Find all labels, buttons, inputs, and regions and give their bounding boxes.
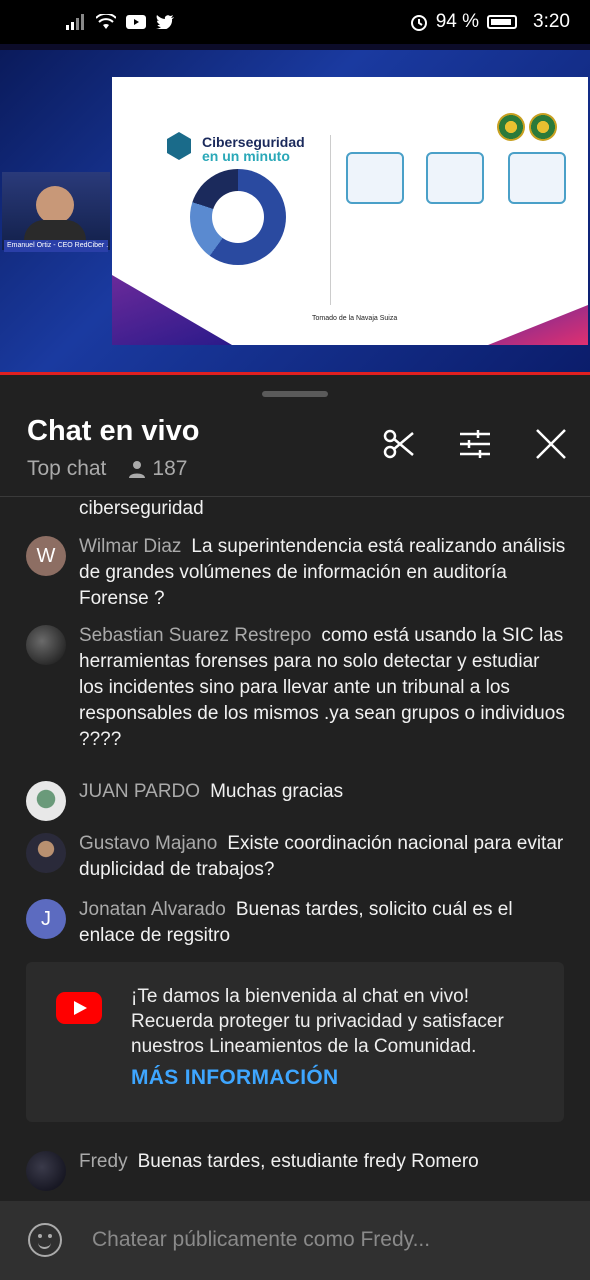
- message-author[interactable]: Gustavo Majano: [79, 833, 217, 854]
- slide-title: Ciberseguridad en un minuto: [202, 135, 305, 163]
- avatar[interactable]: [26, 1151, 66, 1191]
- viewer-count-value: 187: [152, 457, 188, 480]
- youtube-status-icon: [126, 15, 146, 29]
- chat-message[interactable]: J Jonatan Alvarado Buenas tardes, solicit…: [26, 897, 566, 949]
- battery-icon: [487, 15, 518, 29]
- slide-divider: [330, 135, 331, 305]
- slide-decoration: [488, 305, 588, 345]
- message-text: Muchas gracias: [210, 781, 344, 802]
- message-author[interactable]: Jonatan Alvarado: [79, 899, 226, 920]
- battery-percent: 94 %: [435, 11, 480, 32]
- slide-footer: Tomado de la Navaja Suiza: [312, 315, 398, 322]
- institution-seal-icon: [497, 113, 525, 141]
- welcome-text: ¡Te damos la bienvenida al chat en vivo!…: [131, 986, 504, 1057]
- message-author[interactable]: Wilmar Diaz: [79, 536, 181, 557]
- video-top-strip: [0, 44, 590, 50]
- chat-subheader: Top chat 187: [27, 457, 187, 481]
- tune-icon[interactable]: [458, 427, 492, 461]
- status-bar: 94 % 3:20: [0, 0, 590, 44]
- donut-chart: [190, 169, 286, 265]
- wifi-icon: [96, 14, 116, 29]
- institution-seal-icon: [529, 113, 557, 141]
- message-text: Buenas tardes, estudiante fredy Romero: [137, 1151, 479, 1172]
- slide-logos: [497, 113, 557, 141]
- video-player[interactable]: Ciberseguridad en un minuto Tomado de la…: [0, 44, 590, 374]
- message-text: ciberseguridad: [79, 498, 204, 519]
- live-chat-panel: Chat en vivo Top chat 187 ciberseguridad…: [0, 375, 590, 1280]
- emoji-icon[interactable]: [28, 1223, 62, 1257]
- signal-icon: [66, 14, 84, 30]
- avatar[interactable]: J: [26, 899, 66, 939]
- chat-message[interactable]: JUAN PARDO Muchas gracias: [26, 779, 566, 821]
- slide-card-progress-icon: [426, 152, 484, 204]
- close-icon[interactable]: [534, 427, 568, 461]
- twitter-icon: [156, 15, 174, 29]
- slide-title-line2: en un minuto: [202, 148, 290, 164]
- status-left-icons: [66, 14, 174, 30]
- chat-input-bar: Chatear públicamente como Fredy...: [0, 1201, 590, 1280]
- avatar[interactable]: [26, 781, 66, 821]
- slide-title-line1: Ciberseguridad: [202, 134, 305, 150]
- chat-message[interactable]: Fredy Buenas tardes, estudiante fredy Rom…: [26, 1149, 566, 1191]
- hexagon-logo-icon: [167, 132, 191, 160]
- presentation-slide: Ciberseguridad en un minuto Tomado de la…: [112, 77, 588, 345]
- chat-message[interactable]: Sebastian Suarez Restrepo como está usand…: [26, 623, 566, 753]
- welcome-banner: ¡Te damos la bienvenida al chat en vivo!…: [26, 962, 564, 1122]
- message-author[interactable]: Sebastian Suarez Restrepo: [79, 625, 311, 646]
- scissors-icon[interactable]: [382, 427, 416, 461]
- chat-messages: ciberseguridad W Wilmar Diaz La superinte…: [0, 497, 590, 1197]
- presenter-webcam: [2, 172, 110, 250]
- avatar[interactable]: W: [26, 536, 66, 576]
- status-right: 94 % 3:20: [410, 11, 570, 33]
- slide-card-chart-icon: [346, 152, 404, 204]
- chat-header-actions: [382, 427, 568, 461]
- slide-decoration: [112, 275, 232, 345]
- slide-card-people-icon: [508, 152, 566, 204]
- presenter-face: [36, 186, 74, 224]
- chat-title: Chat en vivo: [27, 415, 200, 447]
- avatar[interactable]: [26, 833, 66, 873]
- message-author[interactable]: JUAN PARDO: [79, 781, 200, 802]
- alarm-icon: [410, 15, 427, 31]
- chat-input[interactable]: Chatear públicamente como Fredy...: [92, 1228, 430, 1252]
- presenter-caption: Emanuel Ortiz - CEO RedCiber ...: [4, 240, 108, 252]
- more-info-link[interactable]: MÁS INFORMACIÓN: [131, 1066, 339, 1090]
- clock: 3:20: [533, 11, 570, 32]
- drag-handle[interactable]: [262, 391, 328, 397]
- chat-mode-selector[interactable]: Top chat: [27, 457, 106, 481]
- chat-message[interactable]: W Wilmar Diaz La superintendencia está re…: [26, 534, 566, 612]
- person-icon: [129, 461, 146, 478]
- message-author[interactable]: Fredy: [79, 1151, 128, 1172]
- youtube-logo-icon: [56, 992, 102, 1024]
- viewer-count: 187: [128, 457, 187, 481]
- chat-message[interactable]: Gustavo Majano Existe coordinación nacion…: [26, 831, 566, 883]
- avatar[interactable]: [26, 625, 66, 665]
- chat-message: ciberseguridad: [26, 497, 566, 522]
